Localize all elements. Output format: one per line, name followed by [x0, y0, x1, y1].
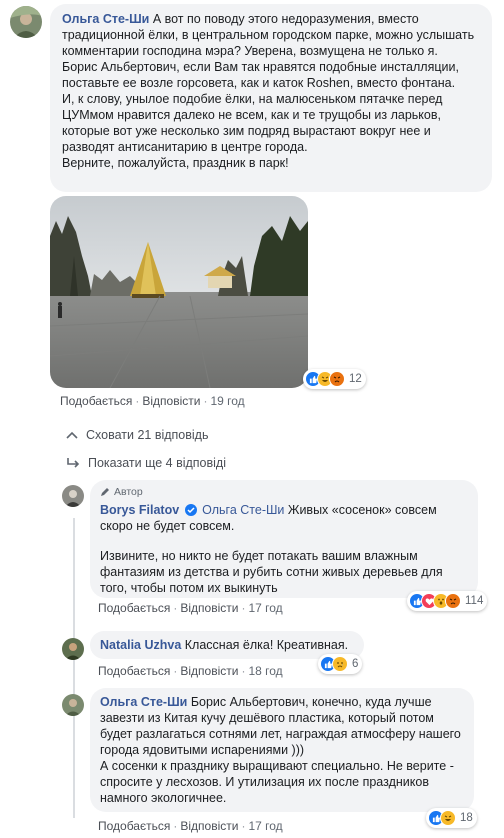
hide-replies-label: Сховати 21 відповідь: [86, 428, 209, 442]
comment-text: Верните, пожалуйста, праздник в парк!: [62, 156, 289, 170]
avatar[interactable]: [62, 638, 84, 660]
comment-actions: Подобається · Відповісти · 17 год: [98, 819, 283, 833]
like-link[interactable]: Подобається: [60, 394, 132, 408]
reactions-summary[interactable]: 6: [318, 654, 363, 674]
timestamp[interactable]: 18 год: [248, 664, 282, 678]
angry-icon: [329, 371, 345, 387]
comment-author[interactable]: Natalia Uzhva: [100, 638, 181, 652]
like-link[interactable]: Подобається: [98, 819, 170, 833]
angry-icon: [445, 593, 461, 609]
reaction-count: 12: [349, 373, 362, 385]
comment-text: Извините, но никто не будет потакать ваш…: [100, 549, 443, 595]
sad-icon: [332, 656, 348, 672]
avatar[interactable]: [62, 485, 84, 507]
reply-link[interactable]: Відповісти: [180, 601, 238, 615]
verified-badge-icon: [184, 504, 197, 516]
reply-link[interactable]: Відповісти: [180, 819, 238, 833]
reactions-summary[interactable]: 18: [426, 808, 477, 828]
comment-author[interactable]: Borys Filatov: [100, 503, 179, 517]
timestamp[interactable]: 17 год: [248, 819, 282, 833]
comment-actions: Подобається · Відповісти · 17 год: [98, 601, 283, 615]
chevron-up-icon: [66, 431, 78, 439]
show-more-label: Показати ще 4 відповіді: [88, 456, 226, 470]
reaction-count: 114: [465, 595, 484, 607]
comment-text: Борис Альбертович, если Вам так нравятся…: [62, 60, 459, 90]
like-link[interactable]: Подобається: [98, 664, 170, 678]
pen-icon: [101, 488, 109, 496]
mention-link[interactable]: Ольга Сте-Ши: [202, 503, 284, 517]
reaction-count: 18: [460, 812, 473, 824]
reply-arrow-icon: [67, 458, 80, 468]
timestamp[interactable]: 17 год: [248, 601, 282, 615]
comment-bubble: Автор Borys Filatov Ольга Сте-Ши Живых «…: [90, 480, 478, 598]
comment-bubble: Ольга Сте-Ши Борис Альбертович, конечно,…: [90, 688, 474, 812]
show-more-replies-button[interactable]: Показати ще 4 відповіді: [66, 456, 226, 470]
hide-replies-button[interactable]: Сховати 21 відповідь: [66, 428, 208, 442]
timestamp[interactable]: 19 год: [210, 394, 244, 408]
comment-actions: Подобається · Відповісти · 19 год: [60, 394, 245, 408]
reactions-summary[interactable]: 12: [303, 369, 366, 389]
reactions-summary[interactable]: 114: [407, 591, 488, 611]
avatar[interactable]: [10, 6, 42, 38]
comment-actions: Подобається · Відповісти · 18 год: [98, 664, 283, 678]
comment-author[interactable]: Ольга Сте-Ши: [62, 12, 149, 26]
like-link[interactable]: Подобається: [98, 601, 170, 615]
reply-link[interactable]: Відповісти: [180, 664, 238, 678]
reply-link[interactable]: Відповісти: [142, 394, 200, 408]
comment-bubble: Ольга Сте-Ши А вот по поводу этого недор…: [50, 4, 492, 192]
avatar[interactable]: [62, 694, 84, 716]
comment-text: И, к слову, унылое подобие ёлки, на малю…: [62, 92, 443, 154]
author-badge: Автор: [100, 485, 468, 499]
comment-author[interactable]: Ольга Сте-Ши: [100, 695, 187, 709]
reaction-count: 6: [352, 658, 359, 670]
comment-text: Классная ёлка! Креативная.: [184, 638, 349, 652]
thread-line: [73, 518, 75, 818]
haha-icon: [440, 810, 456, 826]
comment-text: А сосенки к празднику выращивают специал…: [100, 759, 454, 805]
comment-photo[interactable]: [50, 196, 308, 388]
